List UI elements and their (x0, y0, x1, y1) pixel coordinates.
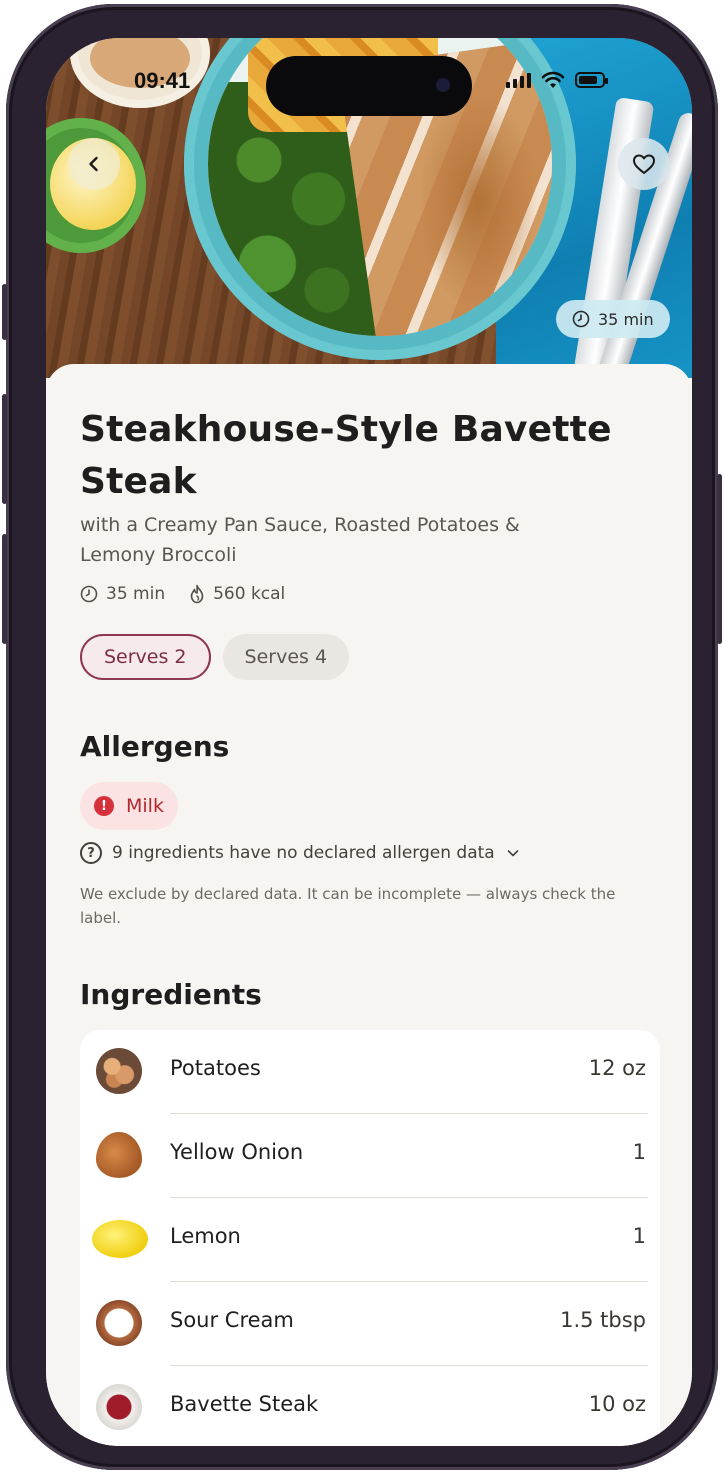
allergen-chip-milk: ! Milk (80, 782, 178, 830)
dynamic-island (266, 56, 472, 116)
volume-down-button (2, 534, 7, 644)
ingredient-row: Sour Cream 1.5 tbsp (80, 1282, 660, 1366)
action-button (2, 284, 7, 340)
potatoes-icon (96, 1048, 142, 1094)
ingredient-name: Bavette Steak (170, 1392, 319, 1416)
meta-calories: 560 kcal (189, 584, 285, 604)
missing-allergen-data-label: 9 ingredients have no declared allergen … (112, 843, 495, 863)
ingredient-row: Potatoes 12 oz (80, 1030, 660, 1114)
cook-time-chip-label: 35 min (598, 309, 654, 329)
ingredients-heading: Ingredients (80, 978, 262, 1011)
steak-icon (96, 1384, 142, 1430)
allergen-disclaimer: We exclude by declared data. It can be i… (80, 885, 616, 927)
recipe-title: Steakhouse-Style Bavette Steak (80, 409, 612, 502)
ingredient-row: Bavette Steak 10 oz (80, 1366, 660, 1446)
allergen-chip-label: Milk (126, 795, 164, 817)
status-icons (506, 70, 608, 90)
phone-frame: 09:41 35 min Steakhouse-Style Bavette St… (2, 4, 722, 1470)
ingredient-quantity: 12 oz (588, 1056, 646, 1080)
meta-time: 35 min (80, 584, 165, 604)
recipe-subtitle: with a Creamy Pan Sauce, Roasted Potatoe… (80, 514, 520, 566)
serving-size-selector: Serves 2 Serves 4 (80, 634, 350, 680)
flame-icon (190, 584, 204, 604)
ingredient-name: Potatoes (170, 1056, 261, 1080)
favorite-button[interactable] (618, 138, 670, 190)
chevron-left-icon (89, 156, 98, 172)
volume-up-button (2, 394, 7, 504)
sour-cream-icon (96, 1300, 142, 1346)
status-bar: 09:41 (46, 38, 692, 128)
cellular-signal-icon (506, 72, 531, 88)
wifi-icon (541, 71, 565, 88)
ingredient-row: Yellow Onion 1 (80, 1114, 660, 1198)
clock-icon (572, 310, 590, 328)
cook-time-chip: 35 min (556, 300, 670, 338)
status-time: 09:41 (134, 68, 191, 93)
serves-4-option[interactable]: Serves 4 (222, 634, 350, 680)
ingredient-name: Sour Cream (170, 1308, 294, 1332)
ingredient-quantity: 10 oz (588, 1392, 646, 1416)
onion-icon (96, 1132, 142, 1178)
question-icon: ? (80, 842, 102, 864)
ingredient-quantity: 1.5 tbsp (560, 1308, 646, 1332)
power-button (717, 474, 722, 644)
ingredient-name: Lemon (170, 1224, 241, 1248)
missing-allergen-data-toggle[interactable]: ? 9 ingredients have no declared allerge… (80, 842, 521, 864)
meta-time-label: 35 min (106, 584, 166, 604)
chevron-down-icon (507, 850, 519, 857)
ingredient-row: Lemon 1 (80, 1198, 660, 1282)
lemon-icon (92, 1220, 148, 1258)
recipe-details-card: Steakhouse-Style Bavette Steak with a Cr… (46, 364, 692, 1446)
back-button[interactable] (68, 138, 120, 190)
ingredients-list: Potatoes 12 oz Yellow Onion 1 Lemon 1 So… (80, 1030, 660, 1446)
clock-icon (80, 585, 98, 603)
ingredient-quantity: 1 (632, 1140, 646, 1164)
meta-calories-label: 560 kcal (213, 584, 286, 604)
screen: 09:41 35 min Steakhouse-Style Bavette St… (46, 38, 692, 1446)
ingredient-quantity: 1 (632, 1224, 646, 1248)
heart-icon (633, 154, 655, 174)
allergens-heading: Allergens (80, 730, 230, 763)
battery-icon (575, 72, 608, 88)
alert-icon: ! (94, 796, 114, 816)
serves-2-option[interactable]: Serves 2 (80, 634, 211, 680)
recipe-meta: 35 min 560 kcal (80, 584, 285, 604)
ingredient-name: Yellow Onion (170, 1140, 304, 1164)
